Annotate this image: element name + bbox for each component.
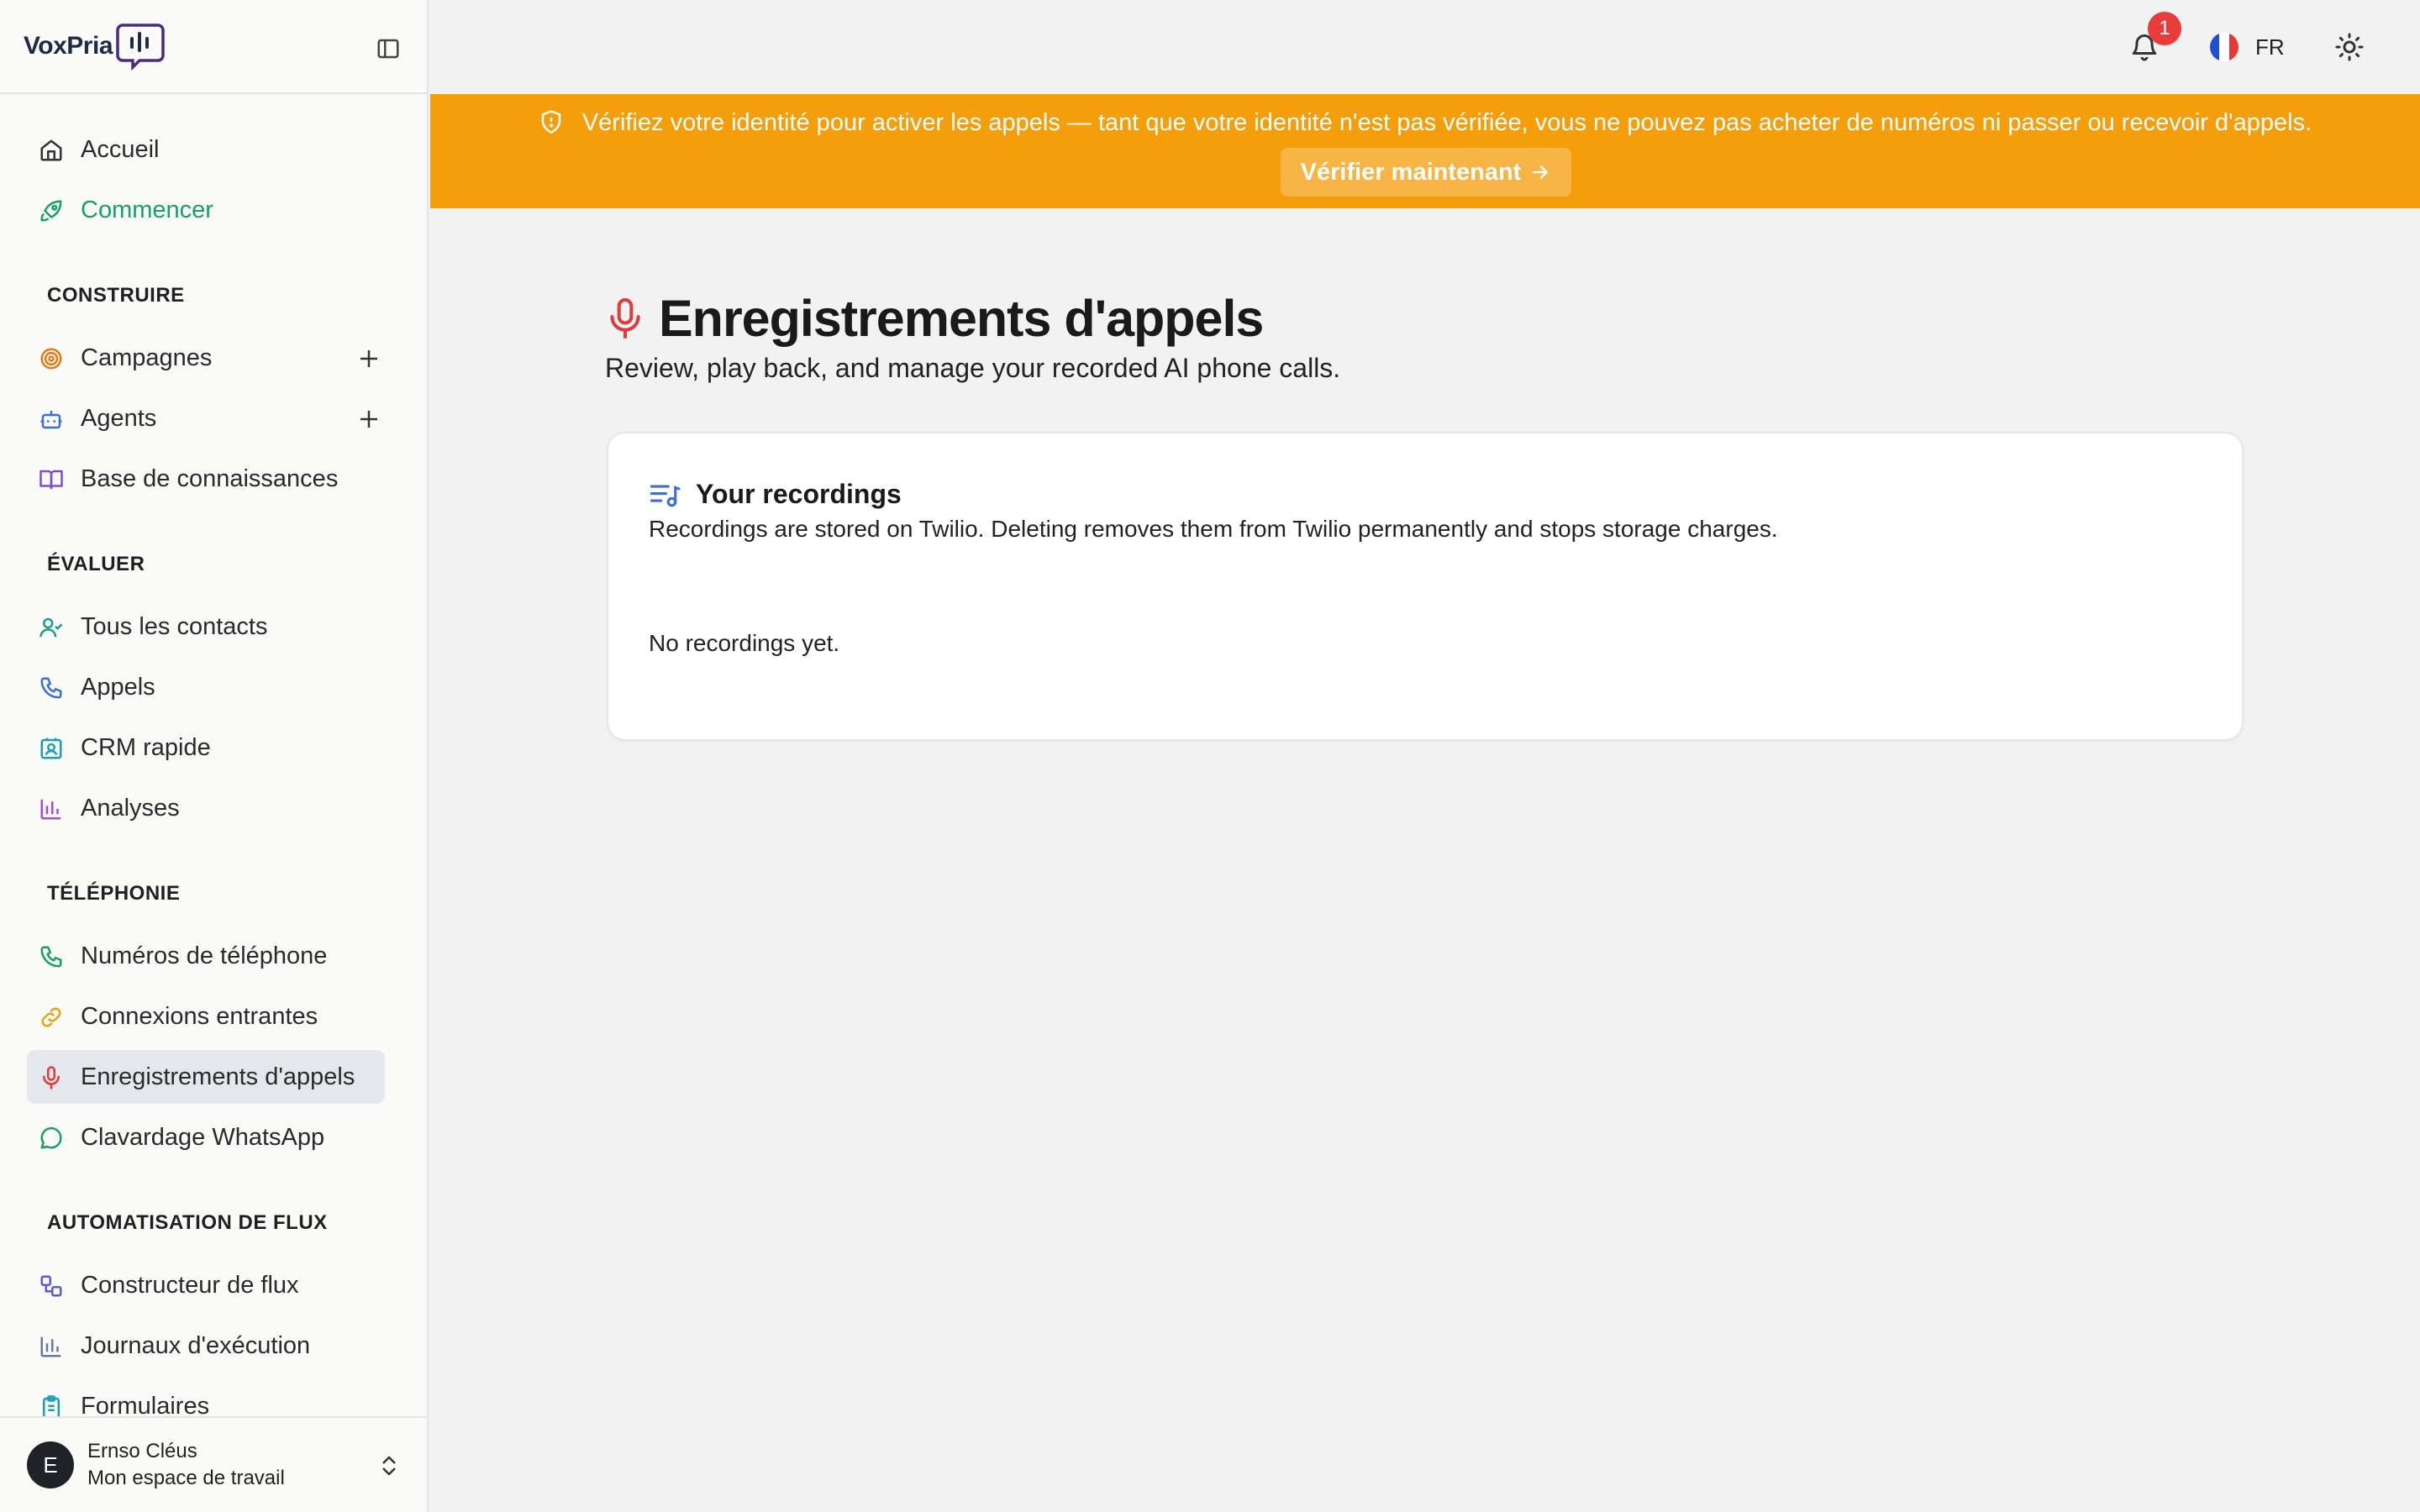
logo-text: VoxPria — [24, 32, 113, 60]
sidebar-item-label: Connexions entrantes — [81, 1002, 318, 1030]
sidebar-item-clavardage-whatsapp[interactable]: Clavardage WhatsApp — [27, 1110, 385, 1164]
target-icon — [39, 346, 64, 371]
arrow-right-icon — [1533, 165, 1549, 179]
sidebar-item-label: CRM rapide — [81, 733, 211, 761]
section-title-construire: CONSTRUIRE — [47, 284, 185, 307]
avatar: E — [27, 1441, 74, 1488]
sidebar-toggle-button[interactable] — [373, 34, 403, 64]
sidebar: VoxPria Accueil Commencer CONSTRUIRE Cam… — [0, 0, 429, 1512]
sidebar-item-label: Constructeur de flux — [81, 1271, 299, 1299]
sidebar-item-constructeur-de-flux[interactable]: Constructeur de flux — [27, 1258, 385, 1312]
sidebar-item-base-de-connaissances[interactable]: Base de connaissances — [27, 452, 385, 506]
recordings-card: Your recordings Recordings are stored on… — [607, 432, 2244, 741]
user-name: Ernso Cléus — [87, 1440, 197, 1462]
message-circle-icon — [39, 1126, 64, 1151]
verification-banner: Vérifiez votre identité pour activer les… — [430, 94, 2420, 208]
top-header — [429, 0, 2420, 94]
sidebar-item-campagnes[interactable]: Campagnes — [27, 331, 385, 385]
language-selector[interactable]: FR — [2210, 32, 2285, 62]
sidebar-item-enregistrements-dappels[interactable]: Enregistrements d'appels — [27, 1050, 385, 1104]
sidebar-item-journaux-dexecution[interactable]: Journaux d'exécution — [27, 1319, 385, 1373]
panel-left-icon — [377, 39, 399, 59]
link-icon — [39, 1005, 64, 1030]
sidebar-item-label: Base de connaissances — [81, 465, 339, 492]
notification-badge: 1 — [2148, 12, 2181, 45]
sidebar-item-label: Clavardage WhatsApp — [81, 1123, 325, 1151]
banner-message-row: Vérifiez votre identité pour activer les… — [430, 109, 2420, 137]
sidebar-item-numeros-de-telephone[interactable]: Numéros de téléphone — [27, 929, 385, 983]
sidebar-item-label: Formulaires — [81, 1392, 210, 1417]
plus-icon — [360, 350, 377, 367]
page-subtitle: Review, play back, and manage your recor… — [605, 353, 1341, 383]
phone-icon — [39, 944, 64, 969]
sidebar-item-label: Numéros de téléphone — [81, 942, 328, 969]
sidebar-item-connexions-entrantes[interactable]: Connexions entrantes — [27, 990, 385, 1043]
sidebar-item-label: Campagnes — [81, 344, 213, 371]
page-heading: Enregistrements d'appels — [659, 290, 1264, 347]
mic-icon — [39, 1065, 64, 1090]
app-logo[interactable]: VoxPria — [24, 20, 166, 72]
chevrons-up-down-icon — [376, 1452, 402, 1480]
clipboard-icon — [39, 1394, 64, 1416]
user-menu[interactable]: E Ernso Cléus Mon espace de travail — [0, 1416, 427, 1512]
user-check-icon — [39, 615, 64, 640]
sidebar-item-label: Appels — [81, 673, 155, 701]
sidebar-item-accueil[interactable]: Accueil — [27, 123, 385, 176]
phone-icon — [39, 675, 64, 701]
sidebar-item-crm-rapide[interactable]: CRM rapide — [27, 721, 385, 774]
sidebar-item-agents[interactable]: Agents — [27, 391, 385, 445]
card-header: Your recordings — [649, 479, 902, 510]
sidebar-item-label: Accueil — [81, 135, 160, 163]
shield-alert-icon — [539, 109, 564, 134]
workflow-icon — [39, 1273, 64, 1299]
sidebar-item-label: Journaux d'exécution — [81, 1331, 311, 1359]
plus-icon — [360, 411, 377, 428]
workspace-name: Mon espace de travail — [87, 1467, 285, 1489]
logo-mark-icon — [116, 24, 165, 71]
sun-icon — [2335, 33, 2364, 61]
add-campaign-button[interactable] — [356, 346, 381, 371]
card-title: Your recordings — [696, 479, 902, 509]
banner-message: Vérifiez votre identité pour activer les… — [581, 109, 2312, 136]
language-code: FR — [2255, 34, 2285, 60]
theme-toggle-button[interactable] — [2334, 32, 2365, 62]
mic-icon — [610, 297, 640, 339]
sidebar-item-label: Agents — [81, 404, 157, 432]
bot-icon — [39, 407, 64, 432]
verify-now-button[interactable]: Vérifier maintenant — [1281, 148, 1571, 197]
sidebar-item-commencer[interactable]: Commencer — [27, 183, 385, 237]
contact-card-icon — [39, 736, 64, 761]
sidebar-item-label: Commencer — [81, 196, 213, 223]
book-icon — [39, 467, 64, 492]
sidebar-item-label: Enregistrements d'appels — [81, 1063, 355, 1090]
empty-state-text: No recordings yet. — [649, 630, 840, 656]
bar-chart-icon — [39, 796, 64, 822]
logo-row: VoxPria — [0, 0, 427, 94]
section-title-telephonie: TÉLÉPHONIE — [47, 882, 181, 905]
rocket-icon — [39, 198, 64, 223]
france-flag-icon — [2210, 33, 2238, 61]
sidebar-nav: Accueil Commencer CONSTRUIRE Campagnes A… — [0, 94, 427, 1416]
add-agent-button[interactable] — [356, 407, 381, 432]
sidebar-item-tous-les-contacts[interactable]: Tous les contacts — [27, 600, 385, 654]
sidebar-item-formulaires[interactable]: Formulaires — [27, 1379, 385, 1416]
section-title-evaluer: ÉVALUER — [47, 553, 145, 575]
verify-now-label: Vérifier maintenant — [1300, 158, 1522, 186]
card-description: Recordings are stored on Twilio. Deletin… — [649, 516, 1778, 542]
bar-chart-icon — [39, 1334, 64, 1359]
sidebar-item-analyses[interactable]: Analyses — [27, 781, 385, 835]
sidebar-item-label: Analyses — [81, 794, 180, 822]
sidebar-item-appels[interactable]: Appels — [27, 660, 385, 714]
list-music-icon — [650, 485, 681, 507]
sidebar-item-label: Tous les contacts — [81, 612, 268, 640]
section-title-automatisation: AUTOMATISATION DE FLUX — [47, 1211, 328, 1234]
home-icon — [39, 138, 64, 163]
page-title: Enregistrements d'appels — [607, 289, 1264, 348]
